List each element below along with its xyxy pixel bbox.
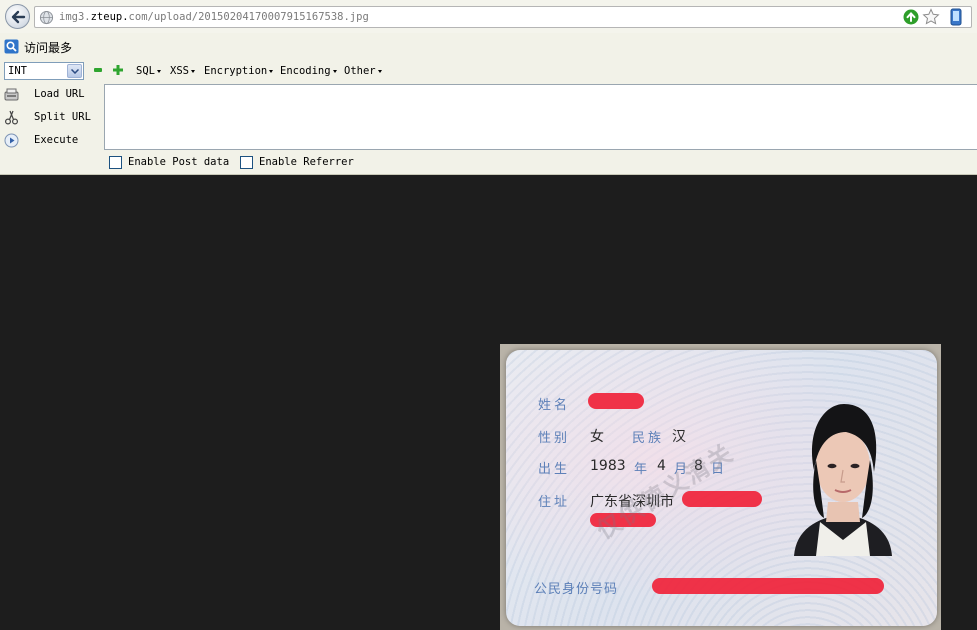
redaction-mark xyxy=(682,491,762,507)
enable-post-checkbox[interactable] xyxy=(109,156,122,169)
enable-referrer-checkbox[interactable] xyxy=(240,156,253,169)
hackbar-url-textarea[interactable] xyxy=(104,84,977,150)
hackbar-toolbar: INT SQL XSS Encryption Encoding Other xyxy=(0,60,977,82)
page-viewport: 姓名 性别 女 民族 汉 出生 1983 年 4 月 8 日 住址 广东省深圳市… xyxy=(0,176,977,630)
address-label: 住址 xyxy=(538,495,571,510)
menu-encryption[interactable]: Encryption xyxy=(204,65,274,77)
redaction-mark xyxy=(588,393,644,409)
load-url-label: Load URL xyxy=(34,88,85,100)
load-url-icon xyxy=(4,88,19,101)
url-text[interactable]: img3.zteup.com/upload/201502041700079151… xyxy=(59,11,369,23)
portrait-photo xyxy=(794,404,892,556)
chevron-down-icon[interactable] xyxy=(67,64,82,78)
caret-down-icon xyxy=(156,69,161,73)
bookmark-star-icon[interactable] xyxy=(922,8,940,26)
url-host: img3. xyxy=(59,11,91,23)
ethnicity-value: 汉 xyxy=(672,429,686,445)
sex-value: 女 xyxy=(590,429,604,445)
watermark-text: 仅供德义清关 xyxy=(591,438,739,545)
caret-down-icon xyxy=(269,69,274,73)
caret-down-icon xyxy=(377,69,382,73)
menu-xss[interactable]: XSS xyxy=(170,65,195,77)
menu-encryption-label: Encryption xyxy=(204,65,268,77)
play-icon xyxy=(4,133,19,148)
mobile-device-icon[interactable] xyxy=(949,8,963,26)
caret-down-icon xyxy=(190,69,195,73)
menu-xss-label: XSS xyxy=(170,65,189,77)
type-select[interactable]: INT xyxy=(4,62,84,80)
year-unit: 年 xyxy=(634,462,648,477)
id-card-photo: 姓名 性别 女 民族 汉 出生 1983 年 4 月 8 日 住址 广东省深圳市… xyxy=(500,344,941,630)
redaction-mark xyxy=(652,578,884,594)
hackbar-body: Load URL Split URL Execute xyxy=(0,84,977,150)
execute-button[interactable]: Execute xyxy=(0,130,100,152)
enable-referrer-label[interactable]: Enable Referrer xyxy=(259,156,354,168)
id-card: 姓名 性别 女 民族 汉 出生 1983 年 4 月 8 日 住址 广东省深圳市… xyxy=(506,350,937,626)
bookmark-most-visited[interactable]: 访问最多 xyxy=(24,39,72,56)
go-arrow-icon[interactable] xyxy=(903,9,919,25)
back-button[interactable] xyxy=(5,4,30,29)
decrease-icon[interactable] xyxy=(94,68,102,72)
menu-encoding[interactable]: Encoding xyxy=(280,65,337,77)
navigation-bar: img3.zteup.com/upload/201502041700079151… xyxy=(0,0,977,33)
address-bar[interactable]: img3.zteup.com/upload/201502041700079151… xyxy=(34,6,972,28)
browser-chrome: img3.zteup.com/upload/201502041700079151… xyxy=(0,0,977,175)
back-arrow-icon xyxy=(11,10,26,24)
url-domain: zteup. xyxy=(90,11,129,23)
type-select-value: INT xyxy=(8,65,27,77)
most-visited-icon xyxy=(4,39,19,54)
increase-icon[interactable] xyxy=(113,65,123,75)
menu-other[interactable]: Other xyxy=(344,65,382,77)
scissors-icon xyxy=(4,110,19,125)
enable-post-label[interactable]: Enable Post data xyxy=(128,156,229,168)
caret-down-icon xyxy=(332,69,337,73)
split-url-button[interactable]: Split URL xyxy=(0,107,100,129)
menu-sql-label: SQL xyxy=(136,65,155,77)
menu-encoding-label: Encoding xyxy=(280,65,331,77)
globe-icon xyxy=(39,10,54,25)
ethnicity-label: 民族 xyxy=(632,431,665,446)
url-path: com/upload/20150204170007915167538.jpg xyxy=(128,11,369,23)
id-number-label: 公民身份号码 xyxy=(534,582,619,597)
birth-label: 出生 xyxy=(538,462,571,477)
menu-sql[interactable]: SQL xyxy=(136,65,161,77)
sex-label: 性别 xyxy=(538,431,571,446)
menu-other-label: Other xyxy=(344,65,376,77)
execute-label: Execute xyxy=(34,134,79,146)
birth-year: 1983 xyxy=(590,458,626,474)
split-url-label: Split URL xyxy=(34,111,91,123)
name-label: 姓名 xyxy=(538,398,571,413)
load-url-button[interactable]: Load URL xyxy=(0,84,100,106)
